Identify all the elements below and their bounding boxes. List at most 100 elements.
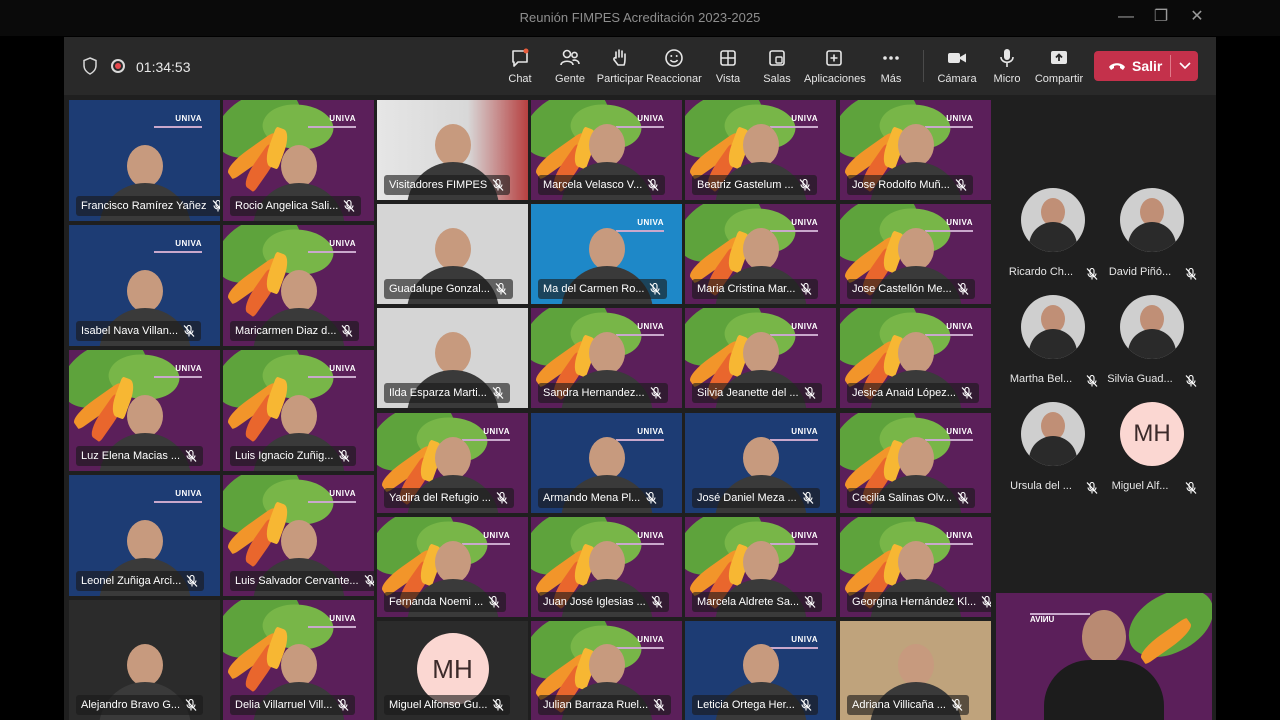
participant-tile[interactable]: UNIVA Juan José Iglesias ... [531,517,682,617]
participant-avatar [1021,295,1085,359]
participant-tile[interactable]: UNIVA José Daniel Meza ... [685,413,836,513]
participant-tile[interactable]: UNIVA Georgina Hernández Kl... [840,517,991,617]
participant-tile[interactable]: UNIVA Fernanda Noemi ... [377,517,528,617]
leave-button[interactable]: Salir [1094,51,1170,81]
participant-tile[interactable]: UNIVA Cecilia Salinas Olv... [840,413,991,513]
active-speaker-thumbnail[interactable]: UNIVA [996,593,1212,720]
participant-tile[interactable]: UNIVA Maricarmen Diaz d... [223,225,374,346]
brand-logo: UNIVA [483,427,510,436]
participant-tile[interactable]: UNIVA Delia Villarruel Vill... [223,600,374,720]
participant-tile[interactable]: UNIVA Julian Barraza Ruel... [531,621,682,720]
roster-participant[interactable]: Ursula del ... [1010,402,1098,502]
participant-name: Luz Elena Macias ... [81,450,181,462]
participant-tile[interactable]: UNIVA Francisco Ramírez Yañez [69,100,220,221]
participant-tile[interactable]: UNIVA Marcela Aldrete Sa... [685,517,836,617]
roster-participant[interactable]: Ricardo Ch... [1009,188,1098,288]
participant-tile[interactable]: UNIVA Yadira del Refugio ... [377,413,528,513]
maximize-icon[interactable]: ❐ [1147,6,1175,28]
microphone-muted-icon [339,449,350,462]
participant-tile[interactable]: UNIVA Ma del Carmen Ro... [531,204,682,304]
participant-tile[interactable]: UNIVA Leticia Ortega Her... [685,621,836,720]
microphone-muted-icon [342,324,353,337]
participant-tile[interactable]: UNIVA Leonel Zuñiga Arci... [69,475,220,596]
participant-tile[interactable]: UNIVA Silvia Jeanette del ... [685,308,836,408]
roster-participant[interactable]: Silvia Guad... [1107,295,1197,395]
apps-button[interactable]: Aplicaciones [804,45,866,89]
participant-tile[interactable]: MH Miguel Alfonso Gu... [377,621,528,720]
participant-name-tag: Ma del Carmen Ro... [538,279,668,299]
microphone-muted-icon [488,595,500,608]
participant-name: Georgina Hernández Kl... [852,596,977,608]
recording-indicator-icon [111,59,125,73]
brand-line [308,251,356,253]
participant-tile[interactable]: UNIVA Rocio Angelica Sali... [223,100,374,221]
more-button[interactable]: Más [861,45,921,89]
participant-name-tag: Silvia Jeanette del ... [692,383,822,403]
participant-name-tag: Sandra Hernandez... [538,383,668,403]
chevron-down-icon [1179,62,1191,70]
participant-tile[interactable]: Ilda Esparza Marti... [377,308,528,408]
participant-name-tag: Georgina Hernández Kl... [847,592,991,612]
participant-tile[interactable]: Adriana Villicaña ... [840,621,991,720]
raise-hand-label: Participar [596,73,644,85]
participant-avatar [1120,188,1184,252]
minimize-icon[interactable]: — [1112,6,1140,28]
breakout-rooms-button[interactable]: Salas [747,45,807,89]
more-dots-icon [883,56,899,60]
roster-participant-name: Martha Bel... [1009,373,1073,385]
brand-line [308,626,356,628]
participant-tile[interactable]: UNIVA Luis Ignacio Zuñig... [223,350,374,471]
participant-name: Luis Ignacio Zuñig... [235,450,334,462]
participant-name: Alejandro Bravo G... [81,699,181,711]
share-button[interactable]: Compartir [1029,45,1089,89]
brand-logo: UNIVA [791,322,818,331]
brand-logo: UNIVA [637,218,664,227]
camera-icon [948,53,966,63]
participant-tile[interactable]: UNIVA Jose Castellón Me... [840,204,991,304]
raise-hand-button[interactable]: Participar [590,45,650,89]
participant-tile[interactable]: Alejandro Bravo G... [69,600,220,720]
participant-tile[interactable]: UNIVA Jesica Anaid López... [840,308,991,408]
microphone-muted-icon [496,491,508,504]
participant-tile[interactable]: UNIVA Isabel Nava Villan... [69,225,220,346]
participant-name-tag: Maria Cristina Mar... [692,279,819,299]
participant-tile[interactable]: UNIVA Luis Salvador Cervante... [223,475,374,596]
participant-name-tag: Marcela Velasco V... [538,175,666,195]
roster-participant[interactable]: David Piñó... [1109,188,1197,288]
microphone-muted-icon [1086,481,1098,494]
leave-options-button[interactable] [1172,51,1198,81]
leave-button-group: Salir [1094,51,1198,81]
participant-name: Jose Rodolfo Muñ... [852,179,950,191]
microphone-muted-icon [957,491,969,504]
participant-name: Yadira del Refugio ... [389,492,491,504]
participant-name: Maria Cristina Mar... [697,283,796,295]
participant-tile[interactable]: UNIVA Luz Elena Macias ... [69,350,220,471]
microphone-muted-icon [951,698,963,711]
participant-tile[interactable]: UNIVA Beatriz Gastelum ... [685,100,836,200]
microphone-muted-icon [1086,267,1098,280]
roster-participant-name: Silvia Guad... [1107,373,1173,385]
react-button[interactable]: Reaccionar [644,45,704,89]
participant-name: Visitadores FIMPES [389,179,488,191]
shield-icon[interactable] [82,57,98,75]
participant-tile[interactable]: UNIVA Armando Mena Pl... [531,413,682,513]
grid-view-icon [720,50,736,66]
microphone-muted-icon [645,491,657,504]
microphone-button[interactable]: Micro [977,45,1037,89]
participant-tile[interactable]: Guadalupe Gonzal... [377,204,528,304]
participant-tile[interactable]: UNIVA Jose Rodolfo Muñ... [840,100,991,200]
participant-name: Leticia Ortega Her... [697,699,795,711]
participant-tile[interactable]: UNIVA Sandra Hernandez... [531,308,682,408]
participant-tile[interactable]: UNIVA Marcela Velasco V... [531,100,682,200]
participant-name-tag: Jose Rodolfo Muñ... [847,175,973,195]
close-icon[interactable]: ✕ [1183,6,1211,28]
roster-participant[interactable]: MH Miguel Alf... [1112,402,1197,502]
participant-tile[interactable]: UNIVA Maria Cristina Mar... [685,204,836,304]
participant-tile[interactable]: Visitadores FIMPES [377,100,528,200]
participant-name: Juan José Iglesias ... [543,596,646,608]
microphone-label: Micro [993,73,1021,85]
participant-name: Sandra Hernandez... [543,387,645,399]
participant-name: Marcela Aldrete Sa... [697,596,800,608]
brand-line [154,376,202,378]
roster-participant[interactable]: Martha Bel... [1010,295,1098,395]
